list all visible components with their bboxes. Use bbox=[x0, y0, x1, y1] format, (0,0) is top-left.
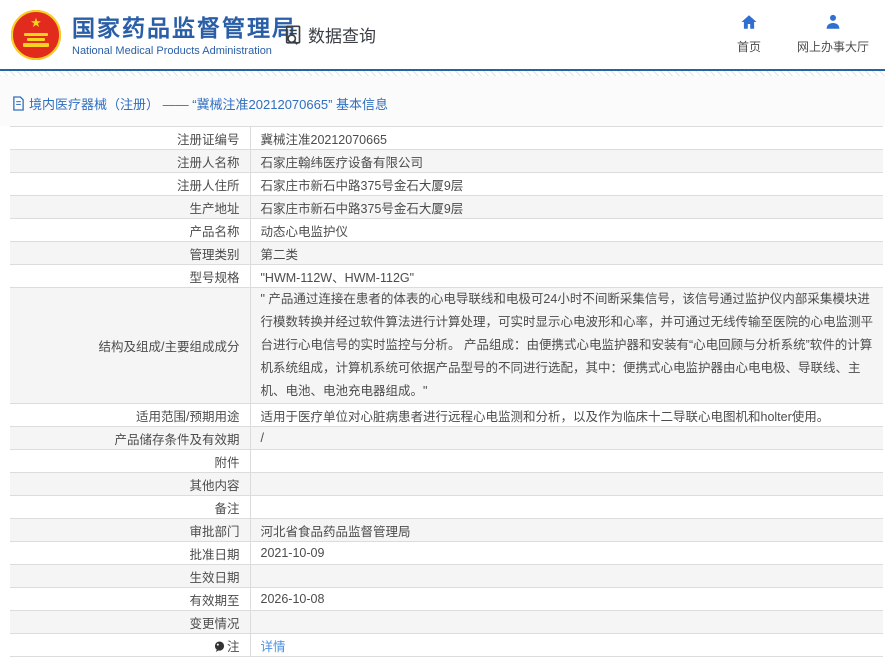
national-emblem-icon: ★ bbox=[11, 10, 61, 60]
row-label: 附件 bbox=[10, 449, 251, 473]
row-value: 冀械注准20212070665 bbox=[250, 126, 883, 150]
note-icon bbox=[214, 640, 225, 652]
table-row: 批准日期 2021-10-09 bbox=[10, 541, 883, 565]
table-row: 生产地址 石家庄市新石中路375号金石大厦9层 bbox=[10, 195, 883, 219]
row-value: 动态心电监护仪 bbox=[250, 218, 883, 242]
row-value: 河北省食品药品监督管理局 bbox=[250, 518, 883, 542]
row-label: 适用范围/预期用途 bbox=[10, 403, 251, 427]
row-value bbox=[250, 564, 883, 588]
row-value bbox=[250, 495, 883, 519]
table-row: 注册证编号 冀械注准20212070665 bbox=[10, 126, 883, 150]
table-row: 注册人名称 石家庄翰纬医疗设备有限公司 bbox=[10, 149, 883, 173]
table-row: 结构及组成/主要组成成分 " 产品通过连接在患者的体表的心电导联线和电极可24小… bbox=[10, 287, 883, 404]
row-label: 生效日期 bbox=[10, 564, 251, 588]
nav-home[interactable]: 首页 bbox=[737, 13, 761, 55]
data-query-label: 数据查询 bbox=[308, 27, 376, 46]
table-row: 审批部门 河北省食品药品监督管理局 bbox=[10, 518, 883, 542]
details-link[interactable]: 详情 bbox=[261, 640, 286, 654]
row-value: 石家庄翰纬医疗设备有限公司 bbox=[250, 149, 883, 173]
home-icon bbox=[737, 13, 761, 33]
row-label: 备注 bbox=[10, 495, 251, 519]
row-value: 石家庄市新石中路375号金石大厦9层 bbox=[250, 195, 883, 219]
table-row: 注册人住所 石家庄市新石中路375号金石大厦9层 bbox=[10, 172, 883, 196]
row-label: 注 bbox=[10, 633, 251, 657]
row-label: 生产地址 bbox=[10, 195, 251, 219]
document-icon bbox=[12, 96, 25, 111]
data-query-icon bbox=[285, 24, 301, 45]
site-subtitle: National Medical Products Administration bbox=[72, 44, 272, 57]
table-row: 有效期至 2026-10-08 bbox=[10, 587, 883, 611]
table-row: 备注 bbox=[10, 495, 883, 519]
person-icon bbox=[797, 13, 869, 33]
table-row: 管理类别 第二类 bbox=[10, 241, 883, 265]
row-label: 变更情况 bbox=[10, 610, 251, 634]
row-value: 详情 bbox=[250, 633, 883, 657]
row-label: 注册证编号 bbox=[10, 126, 251, 150]
nmpa-logo[interactable]: ★ 国家药品监督管理局 National Medical Products Ad… bbox=[10, 9, 297, 61]
nav-home-label: 首页 bbox=[736, 40, 761, 54]
logo-text: 国家药品监督管理局 National Medical Products Admi… bbox=[72, 14, 297, 57]
row-label: 注册人名称 bbox=[10, 149, 251, 173]
row-label: 结构及组成/主要组成成分 bbox=[10, 287, 251, 404]
nav-service-hall[interactable]: 网上办事大厅 bbox=[797, 13, 869, 55]
row-value: "HWM-112W、HWM-112G" bbox=[250, 264, 883, 288]
row-value: 第二类 bbox=[250, 241, 883, 265]
row-label: 有效期至 bbox=[10, 587, 251, 611]
data-query-nav[interactable]: 数据查询 bbox=[283, 22, 376, 47]
svg-text:★: ★ bbox=[30, 15, 42, 30]
table-row: 变更情况 bbox=[10, 610, 883, 634]
table-row: 生效日期 bbox=[10, 564, 883, 588]
row-label: 注册人住所 bbox=[10, 172, 251, 196]
row-label: 批准日期 bbox=[10, 541, 251, 565]
table-row: 产品名称 动态心电监护仪 bbox=[10, 218, 883, 242]
table-row: 产品储存条件及有效期 / bbox=[10, 426, 883, 450]
row-label: 审批部门 bbox=[10, 518, 251, 542]
site-title: 国家药品监督管理局 bbox=[72, 14, 297, 41]
row-value: 石家庄市新石中路375号金石大厦9层 bbox=[250, 172, 883, 196]
breadcrumb[interactable]: 境内医疗器械（注册） —— “冀械注准20212070665” 基本信息 bbox=[0, 76, 885, 126]
row-value bbox=[250, 449, 883, 473]
row-label: 产品储存条件及有效期 bbox=[10, 426, 251, 450]
breadcrumb-text: 境内医疗器械（注册） —— “冀械注准20212070665” 基本信息 bbox=[29, 97, 389, 112]
row-value: " 产品通过连接在患者的体表的心电导联线和电极可24小时不间断采集信号，该信号通… bbox=[250, 287, 883, 404]
row-value: 适用于医疗单位对心脏病患者进行远程心电监测和分析，以及作为临床十二导联心电图机和… bbox=[250, 403, 883, 427]
row-label: 型号规格 bbox=[10, 264, 251, 288]
table-row: 型号规格 "HWM-112W、HWM-112G" bbox=[10, 264, 883, 288]
table-row: 附件 bbox=[10, 449, 883, 473]
row-label: 管理类别 bbox=[10, 241, 251, 265]
registration-info-table: 注册证编号 冀械注准20212070665 注册人名称 石家庄翰纬医疗设备有限公… bbox=[10, 126, 883, 657]
row-value bbox=[250, 472, 883, 496]
row-value: / bbox=[250, 426, 883, 450]
table-row: 适用范围/预期用途 适用于医疗单位对心脏病患者进行远程心电监测和分析，以及作为临… bbox=[10, 403, 883, 427]
row-label: 产品名称 bbox=[10, 218, 251, 242]
row-value bbox=[250, 610, 883, 634]
nav-service-hall-label: 网上办事大厅 bbox=[796, 40, 869, 54]
header-nav: 首页 网上办事大厅 bbox=[737, 13, 869, 55]
table-row: 其他内容 bbox=[10, 472, 883, 496]
row-value: 2021-10-09 bbox=[250, 541, 883, 565]
row-label: 其他内容 bbox=[10, 472, 251, 496]
table-row: 注 详情 bbox=[10, 633, 883, 657]
row-value: 2026-10-08 bbox=[250, 587, 883, 611]
page-header: ★ 国家药品监督管理局 National Medical Products Ad… bbox=[0, 0, 885, 71]
